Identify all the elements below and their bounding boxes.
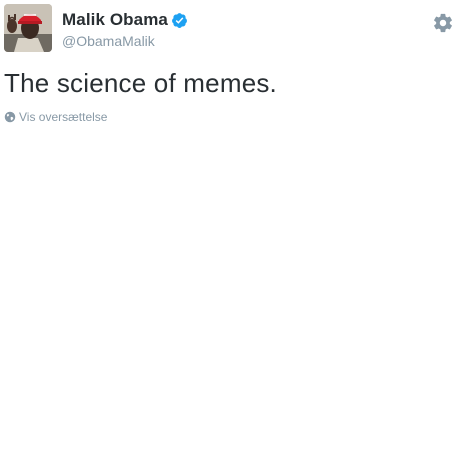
- author-avatar[interactable]: [4, 4, 52, 52]
- tweet-text: The science of memes.: [4, 68, 277, 98]
- tweet-actions-button[interactable]: [432, 12, 454, 34]
- translate-link[interactable]: Vis oversættelse: [4, 110, 107, 124]
- globe-icon: [4, 111, 16, 123]
- author-names: Malik Obama @ObamaMalik: [62, 9, 188, 49]
- author-handle[interactable]: @ObamaMalik: [62, 33, 188, 49]
- gear-icon: [434, 13, 452, 33]
- avatar-photo-icon: [4, 4, 52, 52]
- fullname-row: Malik Obama: [62, 9, 188, 31]
- tweet-card: Malik Obama @ObamaMalik The science of m…: [0, 0, 463, 449]
- translate-label: Vis oversættelse: [19, 110, 108, 124]
- verified-badge-icon: [172, 12, 187, 28]
- author-display-name[interactable]: Malik Obama: [62, 10, 168, 30]
